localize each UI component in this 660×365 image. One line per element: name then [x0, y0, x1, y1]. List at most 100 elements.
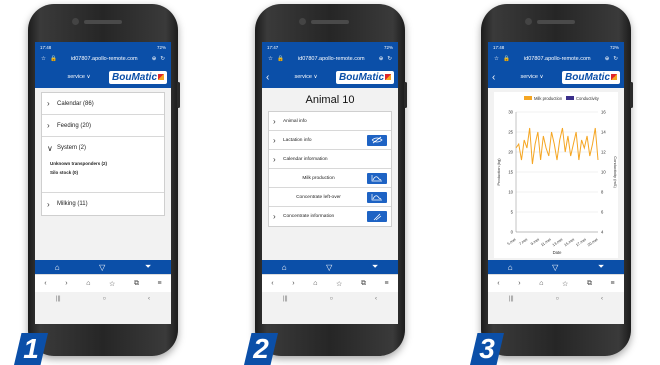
no-milk-icon[interactable]	[367, 134, 387, 146]
back-button[interactable]: ‹	[492, 72, 502, 83]
submenu-unknown-transponders[interactable]: Unknown transponders (2)	[42, 159, 164, 168]
url-bar[interactable]: ☆ 🔒 id07807.apollo-remote.com ⊕ ↻	[488, 52, 624, 66]
recents-icon[interactable]: |||	[509, 296, 514, 302]
x-axis-label: Date	[553, 250, 563, 255]
tabs-icon[interactable]: ⧉	[134, 280, 139, 288]
y2-tick-label: 6	[601, 210, 604, 215]
url-text[interactable]: id07807.apollo-remote.com	[288, 56, 375, 62]
service-dropdown[interactable]: service ∨	[280, 74, 332, 80]
row-lactation-info[interactable]: › Lactation info	[269, 131, 391, 150]
forward-arrow-icon[interactable]: ›	[292, 280, 294, 287]
service-dropdown[interactable]: service ∨	[506, 74, 558, 80]
bookmark-icon[interactable]: ☆	[562, 280, 568, 288]
home-circle-icon[interactable]: ○	[103, 296, 107, 302]
phone-1: 17:48 72% ☆ 🔒 id07807.apollo-remote.com …	[28, 4, 180, 356]
series-line-milk-production	[515, 127, 599, 165]
y-tick-label: 15	[508, 170, 513, 175]
graph-icon[interactable]	[367, 191, 387, 203]
row-concentrate-information[interactable]: › Concentrate information	[269, 207, 391, 226]
menu-icon[interactable]: ≡	[158, 280, 162, 287]
camera	[525, 18, 532, 25]
reload-icon[interactable]: ↻	[160, 56, 165, 62]
service-dropdown[interactable]: service ∨	[53, 74, 105, 80]
y2-axis-label: Conductivity (mS)	[613, 156, 618, 188]
back-icon[interactable]: ‹	[601, 296, 603, 302]
url-text[interactable]: id07807.apollo-remote.com	[61, 56, 148, 62]
row-calendar-information[interactable]: › Calendar information	[269, 150, 391, 169]
menu-item-system[interactable]: ∨ System (2)	[42, 137, 164, 159]
filter-icon[interactable]: ⏷	[372, 262, 378, 272]
star-icon[interactable]: ☆	[41, 56, 46, 62]
y-axis-label: Production (kg)	[496, 158, 501, 186]
menu-content: › Calendar (86) › Feeding (20) ∨ System (2)…	[35, 88, 171, 260]
chevron-right-icon: ›	[273, 135, 276, 145]
row-label: Concentrate information	[283, 214, 335, 219]
home-icon[interactable]: ⌂	[55, 263, 60, 272]
y2-tick-label: 10	[601, 170, 606, 175]
back-icon[interactable]: ‹	[375, 296, 377, 302]
menu-item-label: Calendar (86)	[57, 100, 94, 107]
row-animal-info[interactable]: › Animal info	[269, 112, 391, 131]
url-text[interactable]: id07807.apollo-remote.com	[514, 56, 601, 62]
tabs-icon[interactable]: ⧉	[361, 280, 366, 288]
back-arrow-icon[interactable]: ‹	[497, 280, 499, 287]
home-icon[interactable]: ⌂	[539, 280, 543, 287]
speaker	[537, 20, 575, 24]
url-bar[interactable]: ☆ 🔒 id07807.apollo-remote.com ⊕ ↻	[35, 52, 171, 66]
app-header: service ∨ BouMatic	[35, 66, 171, 88]
row-milk-production[interactable]: Milk production	[269, 169, 391, 188]
home-icon[interactable]: ⌂	[282, 263, 287, 272]
menu-item-feeding[interactable]: › Feeding (20)	[42, 115, 164, 137]
tabs-icon[interactable]: ⊕	[605, 56, 610, 62]
graph-icon[interactable]	[367, 172, 387, 184]
bookmark-icon[interactable]: ☆	[109, 280, 115, 288]
home-circle-icon[interactable]: ○	[556, 296, 560, 302]
side-button	[177, 82, 180, 108]
submenu-silo-stock[interactable]: Silo stock (0)	[42, 168, 164, 177]
home-circle-icon[interactable]: ○	[330, 296, 334, 302]
tabs-icon[interactable]: ⊕	[379, 56, 384, 62]
menu-item-milking[interactable]: › Milking (11)	[42, 193, 164, 215]
tabs-icon[interactable]: ⊕	[152, 56, 157, 62]
udder-icon[interactable]: ▽	[99, 263, 105, 272]
feed-icon[interactable]	[367, 211, 387, 222]
forward-arrow-icon[interactable]: ›	[65, 280, 67, 287]
udder-icon[interactable]: ▽	[326, 263, 332, 272]
menu-icon[interactable]: ≡	[385, 280, 389, 287]
reload-icon[interactable]: ↻	[387, 56, 392, 62]
back-icon[interactable]: ‹	[148, 296, 150, 302]
back-arrow-icon[interactable]: ‹	[44, 280, 46, 287]
x-tick-label: 13.mei	[552, 237, 564, 247]
home-icon[interactable]: ⌂	[86, 280, 90, 287]
home-icon[interactable]: ⌂	[313, 280, 317, 287]
recents-icon[interactable]: |||	[283, 296, 288, 302]
star-icon[interactable]: ☆	[494, 56, 499, 62]
back-arrow-icon[interactable]: ‹	[271, 280, 273, 287]
legend-swatch-conductivity	[566, 96, 574, 100]
filter-icon[interactable]: ⏷	[145, 262, 151, 272]
menu-item-system-expanded: ∨ System (2) Unknown transponders (2) Sil…	[42, 137, 164, 193]
row-label: Lactation info	[283, 137, 312, 143]
status-bar: 17:47 72%	[262, 42, 398, 52]
url-bar[interactable]: ☆ 🔒 id07807.apollo-remote.com ⊕ ↻	[262, 52, 398, 66]
menu-icon[interactable]: ≡	[611, 280, 615, 287]
milk-production-chart: Milk production Conductivity 0 5 10 15 20 25 30 4…	[494, 92, 618, 258]
bookmark-icon[interactable]: ☆	[336, 280, 342, 288]
filter-icon[interactable]: ⏷	[598, 262, 604, 272]
reload-icon[interactable]: ↻	[613, 56, 618, 62]
star-icon[interactable]: ☆	[268, 56, 273, 62]
y2-tick-label: 4	[601, 230, 604, 235]
lock-icon: 🔒	[49, 56, 57, 62]
menu-item-calendar[interactable]: › Calendar (86)	[42, 93, 164, 115]
recents-icon[interactable]: |||	[56, 296, 61, 302]
step-badge-3: 3	[470, 333, 504, 365]
tabs-icon[interactable]: ⧉	[587, 280, 592, 288]
side-button	[630, 82, 633, 108]
udder-icon[interactable]: ▽	[552, 263, 558, 272]
app-tab-bar: ⌂ ▽ ⏷	[488, 260, 624, 274]
menu-item-label: System (2)	[57, 145, 87, 151]
row-concentrate-left-over[interactable]: Concentrate left-over	[269, 188, 391, 207]
forward-arrow-icon[interactable]: ›	[518, 280, 520, 287]
back-button[interactable]: ‹	[266, 72, 276, 83]
home-icon[interactable]: ⌂	[508, 263, 513, 272]
